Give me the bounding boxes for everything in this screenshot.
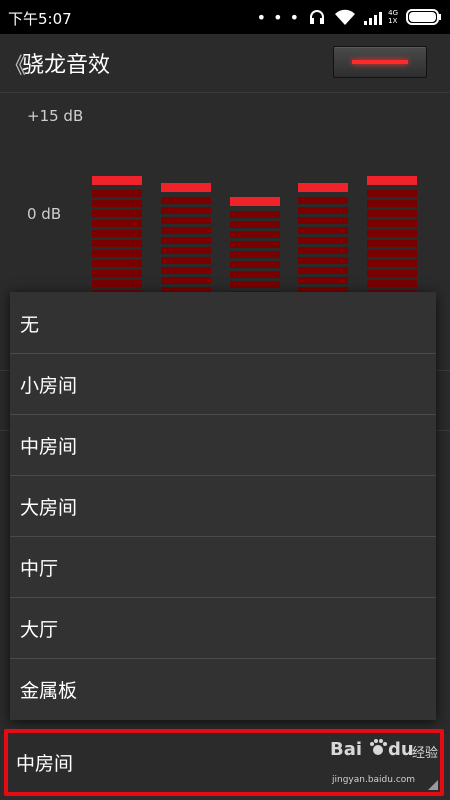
watermark-text: 经验 xyxy=(412,746,439,761)
status-time: 下午5:07 xyxy=(8,10,72,28)
dropdown-option-large-hall[interactable]: 大厅 xyxy=(10,597,436,659)
eq-band-segment xyxy=(230,261,280,268)
eq-band-segment xyxy=(92,190,142,197)
eq-band-segment xyxy=(161,237,211,244)
eq-band-segment xyxy=(230,251,280,258)
eq-band-segment xyxy=(298,237,348,244)
reverb-dropdown-list: 无 小房间 中房间 大房间 中厅 大厅 金属板 xyxy=(10,292,436,720)
option-label: 中房间 xyxy=(20,436,78,458)
eq-band-level-indicator xyxy=(230,197,280,206)
eq-band-level-indicator xyxy=(298,183,348,192)
eq-band-segment xyxy=(367,240,417,247)
baidu-watermark: Bai du 经验 jingyan.baidu.com xyxy=(330,735,440,795)
dropdown-option-medium-room[interactable]: 中房间 xyxy=(10,414,436,476)
option-label: 大厅 xyxy=(20,619,59,641)
eq-band-segment xyxy=(230,241,280,248)
signal-icon xyxy=(364,12,383,25)
eq-band-segment xyxy=(161,207,211,214)
watermark-logo-suffix: du xyxy=(388,739,414,760)
eq-band-segment xyxy=(92,280,142,287)
wifi-icon xyxy=(335,9,356,25)
eq-band-segment xyxy=(367,220,417,227)
eq-band-segment xyxy=(298,267,348,274)
eq-band-segment xyxy=(367,280,417,287)
effect-toggle[interactable] xyxy=(333,46,427,78)
eq-band-segment xyxy=(230,271,280,278)
eq-band-segment xyxy=(298,277,348,284)
eq-band-segment xyxy=(367,270,417,277)
paw-icon xyxy=(370,739,387,755)
dropdown-option-none[interactable]: 无 xyxy=(10,292,436,354)
page-title: 骁龙音效 xyxy=(22,53,111,78)
eq-band-segment xyxy=(92,220,142,227)
db-max-label: +15 dB xyxy=(27,107,84,125)
eq-band-segment xyxy=(367,230,417,237)
eq-band-segment xyxy=(92,210,142,217)
option-label: 金属板 xyxy=(20,680,78,702)
eq-band-segment xyxy=(367,210,417,217)
eq-band-segment xyxy=(161,257,211,264)
eq-band-segment xyxy=(92,200,142,207)
eq-band-1[interactable] xyxy=(92,92,142,307)
eq-band-segment xyxy=(161,197,211,204)
eq-band-segment xyxy=(92,270,142,277)
eq-band-segment xyxy=(298,217,348,224)
option-label: 中厅 xyxy=(20,558,59,580)
eq-band-segment xyxy=(367,200,417,207)
eq-band-segment xyxy=(92,250,142,257)
eq-band-segment xyxy=(298,247,348,254)
eq-band-segment xyxy=(161,267,211,274)
eq-band-segment xyxy=(92,260,142,267)
eq-band-segment xyxy=(367,250,417,257)
eq-band-segment xyxy=(367,260,417,267)
notification-dots: • • • xyxy=(256,7,301,27)
eq-band-segment xyxy=(298,227,348,234)
option-label: 小房间 xyxy=(20,375,78,397)
eq-band-segment xyxy=(367,190,417,197)
battery-icon xyxy=(406,9,441,25)
eq-band-5[interactable] xyxy=(367,92,417,307)
eq-band-segment xyxy=(161,247,211,254)
eq-band-level-indicator xyxy=(92,176,142,185)
eq-band-3[interactable] xyxy=(230,92,280,308)
status-bar: 下午5:07 • • • 4G 1X xyxy=(0,0,450,34)
toggle-indicator-led xyxy=(352,60,408,64)
eq-band-segment xyxy=(92,230,142,237)
dropdown-option-medium-hall[interactable]: 中厅 xyxy=(10,536,436,598)
db-zero-label: 0 dB xyxy=(27,205,62,223)
eq-band-level-indicator xyxy=(161,183,211,192)
eq-band-2[interactable] xyxy=(161,92,211,304)
eq-band-segment xyxy=(161,277,211,284)
watermark-url: jingyan.baidu.com xyxy=(332,775,416,785)
eq-band-segment xyxy=(230,221,280,228)
network-type: 4G 1X xyxy=(388,9,398,25)
status-icons: • • • 4G 1X xyxy=(257,6,442,28)
eq-band-segment xyxy=(230,211,280,218)
eq-band-segment xyxy=(161,227,211,234)
eq-band-segment xyxy=(298,197,348,204)
dropdown-option-large-room[interactable]: 大房间 xyxy=(10,475,436,537)
eq-band-4[interactable] xyxy=(298,92,348,304)
headset-icon xyxy=(310,10,325,24)
watermark-logo: Bai xyxy=(330,739,363,760)
eq-band-segment xyxy=(161,217,211,224)
title-bar: 《 骁龙音效 xyxy=(0,34,450,93)
eq-band-level-indicator xyxy=(367,176,417,185)
eq-band-segment xyxy=(230,231,280,238)
eq-band-segment xyxy=(230,281,280,288)
option-label: 无 xyxy=(20,314,40,336)
equalizer-panel: +15 dB 0 dB xyxy=(0,92,450,308)
eq-band-segment xyxy=(92,240,142,247)
eq-band-segment xyxy=(298,257,348,264)
dropdown-option-small-room[interactable]: 小房间 xyxy=(10,353,436,415)
eq-band-segment xyxy=(298,207,348,214)
dropdown-option-plate[interactable]: 金属板 xyxy=(10,658,436,719)
spinner-selected-value: 中房间 xyxy=(16,753,74,775)
option-label: 大房间 xyxy=(20,497,78,519)
